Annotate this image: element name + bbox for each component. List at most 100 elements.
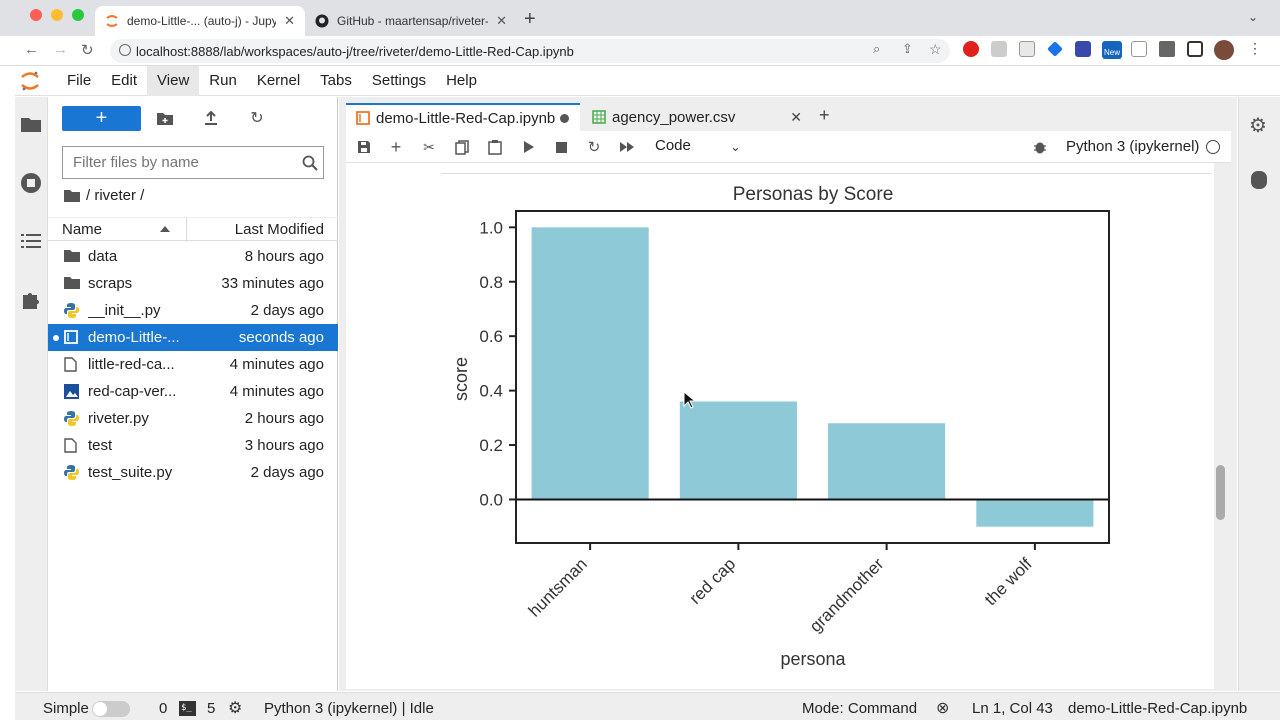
file-row[interactable]: red-cap-ver... 4 minutes ago xyxy=(48,378,338,405)
menu-file[interactable]: File xyxy=(57,66,101,96)
file-name: little-red-ca... xyxy=(88,356,175,373)
notebook-scrollbar[interactable] xyxy=(1216,465,1225,520)
terminals-count[interactable]: 0 xyxy=(159,700,167,717)
notebook-panel[interactable]: Personas by Score 0.0 0.2 0.4 0.6 0.8 1.0 hun… xyxy=(346,163,1214,689)
close-window-button[interactable] xyxy=(30,9,42,21)
bookmark-star-icon[interactable]: ☆ xyxy=(929,41,942,58)
file-row[interactable]: __init__.py 2 days ago xyxy=(48,297,338,324)
extension-manager-puzzle-icon[interactable] xyxy=(19,287,43,311)
file-row[interactable]: test 3 hours ago xyxy=(48,432,338,459)
minimize-window-button[interactable] xyxy=(51,9,63,21)
share-icon[interactable]: ⇪ xyxy=(902,41,913,57)
property-inspector-gear-icon[interactable]: ⚙ xyxy=(1249,113,1267,138)
insert-cell-icon[interactable]: + xyxy=(388,137,404,157)
upload-icon[interactable] xyxy=(202,109,220,127)
zoom-icon[interactable]: ⌕ xyxy=(873,41,880,57)
python-icon xyxy=(64,465,80,480)
new-folder-icon[interactable] xyxy=(156,109,174,127)
browser-tab-github[interactable]: GitHub - maartensap/riveter-nlp ✕ xyxy=(305,6,517,36)
menu-edit[interactable]: Edit xyxy=(101,66,147,96)
new-tab-icon[interactable]: + xyxy=(524,8,536,31)
kernel-name-button[interactable]: Python 3 (ipykernel) xyxy=(1066,138,1199,155)
file-row[interactable]: data 8 hours ago xyxy=(48,243,338,270)
bar-the-wolf xyxy=(976,499,1094,527)
unsaved-dot-icon[interactable] xyxy=(560,113,569,123)
file-name: riveter.py xyxy=(88,410,149,427)
file-modified: 2 days ago xyxy=(250,464,324,481)
home-folder-icon[interactable] xyxy=(64,189,80,202)
simple-mode-label: Simple xyxy=(43,700,89,717)
save-icon[interactable] xyxy=(356,139,372,155)
reload-icon[interactable]: ↻ xyxy=(81,41,94,59)
restart-run-all-icon[interactable] xyxy=(619,139,635,155)
browser-tab-title: GitHub - maartensap/riveter-nlp xyxy=(337,14,489,28)
restart-kernel-icon[interactable]: ↻ xyxy=(586,139,602,156)
run-cell-icon[interactable] xyxy=(521,139,537,155)
opera-extension-icon[interactable] xyxy=(963,41,979,57)
camera-extension-icon[interactable] xyxy=(1131,41,1147,57)
filter-files-input[interactable] xyxy=(62,146,324,179)
column-divider[interactable] xyxy=(186,218,187,242)
site-info-icon[interactable] xyxy=(119,44,131,56)
search-icon xyxy=(302,155,318,171)
file-row[interactable]: riveter.py 2 hours ago xyxy=(48,405,338,432)
extension-icon[interactable] xyxy=(991,41,1007,57)
copy-icon[interactable] xyxy=(454,139,470,155)
x-axis-ticks: huntsman red cap grandmother the wolf xyxy=(525,543,1036,636)
kernels-count[interactable]: 5 xyxy=(207,700,215,717)
menu-view[interactable]: View xyxy=(147,65,200,96)
document-extension-icon[interactable] xyxy=(1019,41,1035,57)
table-of-contents-icon[interactable] xyxy=(19,229,43,253)
browser-tab-jupyter[interactable]: demo-Little-... (auto-j) - Jupyter ✕ xyxy=(95,6,305,36)
tab-csv[interactable]: agency_power.csv ✕ xyxy=(582,103,812,131)
column-name-header[interactable]: Name xyxy=(62,221,102,238)
tab-title: demo-Little-Red-Cap.ipynb xyxy=(376,109,556,127)
search-extension-icon[interactable] xyxy=(1075,41,1091,57)
column-modified-header[interactable]: Last Modified xyxy=(235,221,324,238)
file-row[interactable]: scraps 33 minutes ago xyxy=(48,270,338,297)
paste-icon[interactable] xyxy=(487,139,503,155)
file-row[interactable]: demo-Little-... seconds ago xyxy=(48,324,338,351)
debugger-bug-icon[interactable] xyxy=(1032,139,1048,155)
interrupt-kernel-icon[interactable] xyxy=(553,139,569,155)
puzzle-extensions-icon[interactable] xyxy=(1159,41,1175,57)
zoom-window-button[interactable] xyxy=(72,9,84,21)
forward-icon[interactable]: → xyxy=(53,41,68,58)
file-row[interactable]: little-red-ca... 4 minutes ago xyxy=(48,351,338,378)
sidebar-toggle-icon[interactable] xyxy=(1187,41,1203,57)
tab-notebook[interactable]: demo-Little-Red-Cap.ipynb xyxy=(346,103,580,131)
new-launcher-tab-icon[interactable]: + xyxy=(819,105,830,126)
debugger-bug-icon[interactable] xyxy=(1251,171,1267,189)
trusted-shield-icon[interactable]: ⊗ xyxy=(936,698,949,718)
back-icon[interactable]: ← xyxy=(24,41,39,58)
new-launcher-button[interactable]: + xyxy=(62,106,141,131)
chevron-down-icon[interactable]: ⌄ xyxy=(730,139,741,155)
file-modified: 8 hours ago xyxy=(244,248,324,265)
address-bar[interactable]: localhost:8888/lab/workspaces/auto-j/tre… xyxy=(110,39,950,63)
breadcrumb: / riveter / xyxy=(64,187,144,204)
cell-type-select[interactable]: Code xyxy=(655,137,691,154)
close-tab-icon[interactable]: ✕ xyxy=(488,13,507,29)
close-tab-icon[interactable]: ✕ xyxy=(790,109,802,126)
running-kernels-stop-icon[interactable] xyxy=(19,171,43,195)
kernel-state[interactable]: Python 3 (ipykernel) | Idle xyxy=(264,700,434,717)
menu-run[interactable]: Run xyxy=(199,66,247,96)
kernel-gear-icon[interactable]: ⚙ xyxy=(228,698,242,718)
file-row[interactable]: test_suite.py 2 days ago xyxy=(48,459,338,486)
menu-kernel[interactable]: Kernel xyxy=(247,66,310,96)
profile-avatar[interactable] xyxy=(1214,40,1234,60)
terminal-icon[interactable]: $_ xyxy=(179,701,196,716)
breadcrumb-path[interactable]: / riveter / xyxy=(86,187,144,204)
simple-mode-toggle[interactable] xyxy=(92,701,130,717)
menu-help[interactable]: Help xyxy=(436,66,487,96)
cut-icon[interactable]: ✂ xyxy=(421,139,437,155)
file-browser-folder-icon[interactable] xyxy=(19,112,43,136)
new-extension-icon[interactable]: New xyxy=(1102,41,1122,59)
tab-search-chevron-icon[interactable]: ⌄ xyxy=(1248,10,1258,24)
cursor-position[interactable]: Ln 1, Col 43 xyxy=(972,700,1053,717)
menu-tabs[interactable]: Tabs xyxy=(310,66,362,96)
menu-settings[interactable]: Settings xyxy=(362,66,436,96)
refresh-icon[interactable]: ↻ xyxy=(248,109,266,127)
browser-menu-icon[interactable]: ⋮ xyxy=(1248,40,1262,57)
close-tab-icon[interactable]: ✕ xyxy=(276,13,295,29)
